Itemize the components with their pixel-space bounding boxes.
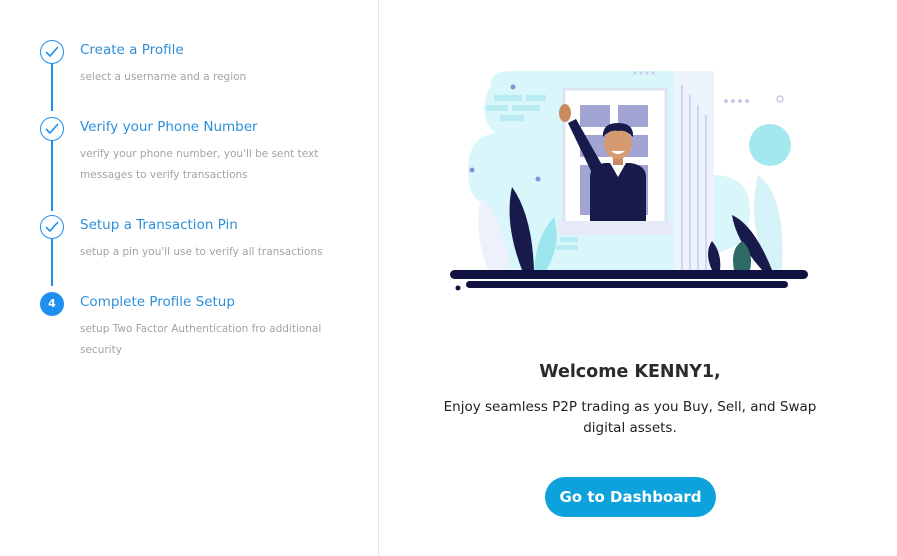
check-circle-icon bbox=[40, 40, 64, 64]
check-circle-icon bbox=[40, 117, 64, 141]
welcome-panel: Welcome KENNY1, Enjoy seamless P2P tradi… bbox=[380, 0, 897, 556]
step-connector bbox=[51, 239, 53, 286]
step-description: setup a pin you'll use to verify all tra… bbox=[80, 246, 323, 258]
step-title: Create a Profile bbox=[80, 42, 184, 58]
step-title: Setup a Transaction Pin bbox=[80, 217, 238, 233]
step-title: Complete Profile Setup bbox=[80, 294, 235, 310]
go-to-dashboard-button[interactable]: Go to Dashboard bbox=[545, 477, 716, 517]
step-description: verify your phone number, you'll be sent… bbox=[80, 148, 319, 181]
waving-man-window-illustration bbox=[450, 71, 808, 291]
profile-setup-page: Create a Profile select a username and a… bbox=[0, 0, 897, 556]
step-title: Verify your Phone Number bbox=[80, 119, 258, 135]
welcome-tagline: Enjoy seamless P2P trading as you Buy, S… bbox=[443, 399, 817, 436]
welcome-heading: Welcome KENNY1, bbox=[539, 362, 721, 382]
step-description: select a username and a region bbox=[80, 71, 247, 83]
step-connector bbox=[51, 64, 53, 111]
setup-steps-panel: Create a Profile select a username and a… bbox=[0, 0, 379, 556]
step-number-badge: 4 bbox=[40, 292, 64, 316]
check-circle-icon bbox=[40, 215, 64, 239]
step-connector bbox=[51, 141, 53, 211]
step-description: setup Two Factor Authentication fro addi… bbox=[80, 323, 322, 356]
